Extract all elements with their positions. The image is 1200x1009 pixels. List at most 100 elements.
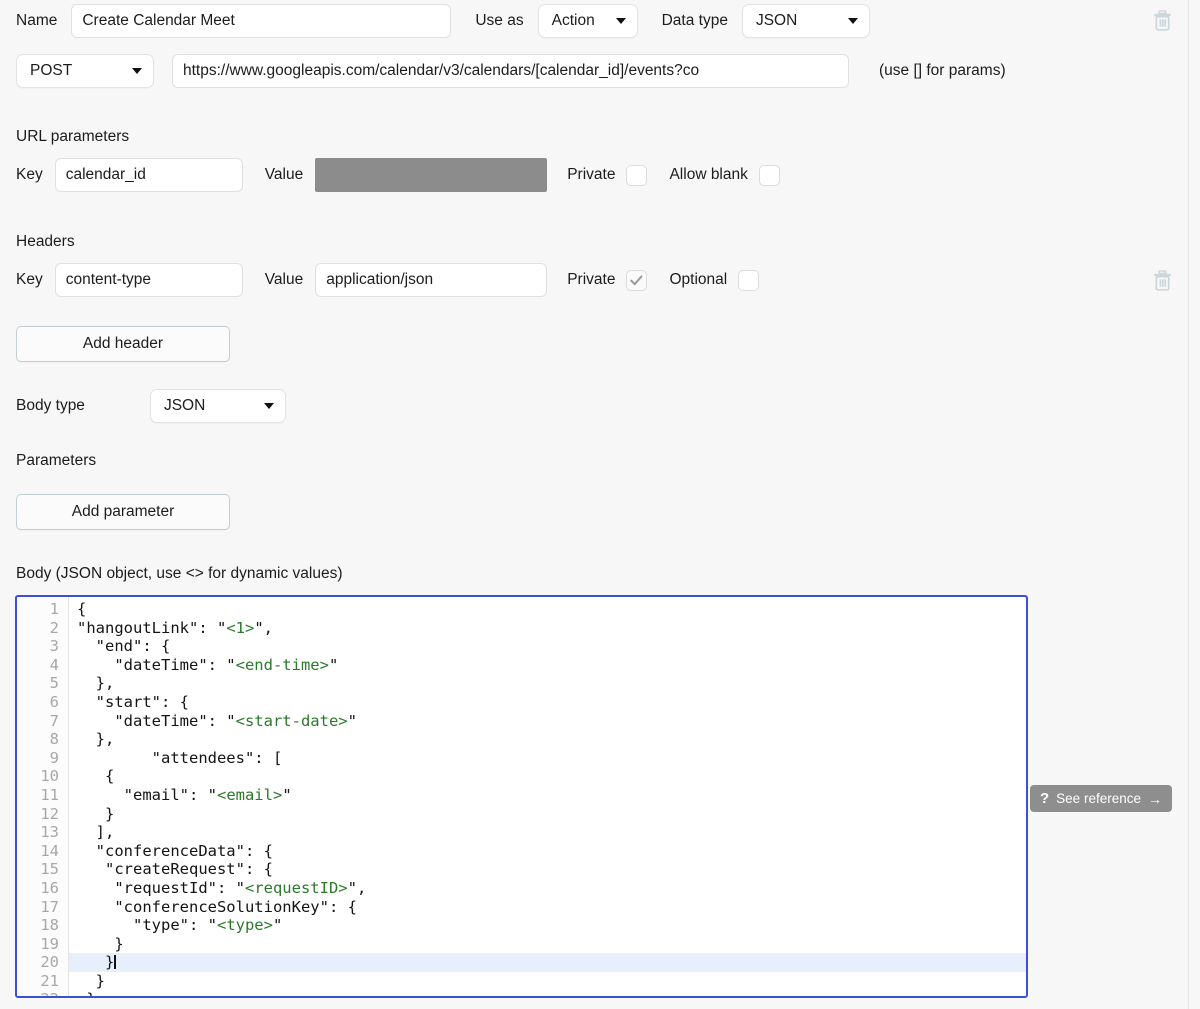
editor-code-line[interactable]: "type": "<type>"	[69, 916, 1026, 935]
editor-code-line[interactable]: "start": {	[69, 693, 1026, 712]
http-method-value: POST	[30, 62, 73, 79]
editor-code-line[interactable]: "attendees": [	[69, 749, 1026, 768]
body-type-value: JSON	[163, 397, 206, 414]
api-name-input[interactable]: Create Calendar Meet	[71, 4, 452, 38]
editor-line-number: 7	[49, 711, 59, 730]
url-param-allow-blank-checkbox[interactable]	[758, 164, 780, 186]
url-parameters-section-label: URL parameters	[16, 128, 130, 145]
use-as-select[interactable]: Action	[537, 4, 638, 38]
editor-code-line[interactable]: "dateTime": "<start-date>"	[69, 712, 1026, 731]
editor-code-line[interactable]: "hangoutLink": "<1>",	[69, 619, 1026, 638]
delete-header-button[interactable]	[1153, 270, 1172, 296]
name-label: Name	[16, 12, 58, 29]
api-call-header-row: Name Create Calendar Meet Use as Action …	[16, 4, 870, 38]
editor-code-line[interactable]: }	[69, 990, 1026, 996]
url-param-value-label: Value	[264, 166, 304, 183]
editor-line-number: 11	[40, 785, 59, 804]
editor-code-line[interactable]: }	[69, 935, 1026, 954]
editor-code-line[interactable]: "requestId": "<requestID>",	[69, 879, 1026, 898]
editor-code-line[interactable]: }	[69, 972, 1026, 991]
header-value-input[interactable]: application/json	[315, 263, 548, 297]
dynamic-value-token: <1>	[226, 618, 255, 637]
editor-line-number: 19	[40, 934, 59, 953]
editor-code-line[interactable]: ],	[69, 823, 1026, 842]
url-param-value-input-redacted[interactable]	[315, 158, 548, 192]
header-value-label: Value	[264, 271, 304, 288]
dynamic-value-token: <requestID>	[244, 878, 348, 897]
editor-code-line[interactable]: "conferenceData": {	[69, 842, 1026, 861]
editor-line-number: 9	[49, 748, 59, 767]
checkmark-icon	[630, 275, 643, 285]
url-param-private-label: Private	[567, 166, 616, 183]
question-mark-icon: ?	[1040, 790, 1050, 807]
editor-line-number: 4	[49, 655, 59, 674]
chevron-down-icon	[263, 403, 274, 409]
header-key-label: Key	[16, 271, 43, 288]
delete-api-call-button[interactable]	[1153, 10, 1172, 36]
editor-code-line[interactable]: "email": "<email>"	[69, 786, 1026, 805]
editor-code-line[interactable]: },	[69, 674, 1026, 693]
header-private-label: Private	[567, 271, 616, 288]
body-type-select[interactable]: JSON	[149, 389, 286, 423]
editor-line-number: 17	[40, 897, 59, 916]
data-type-select[interactable]: JSON	[741, 4, 870, 38]
editor-line-number: 16	[40, 878, 59, 897]
url-input[interactable]: https://www.googleapis.com/calendar/v3/c…	[172, 54, 849, 88]
see-reference-button[interactable]: ? See reference →	[1030, 785, 1172, 812]
editor-line-number: 10	[40, 767, 59, 786]
editor-line-numbers: 12345678910111213141516171819202122	[17, 597, 69, 996]
editor-code-line[interactable]: }	[69, 805, 1026, 824]
add-parameter-button[interactable]: Add parameter	[16, 494, 230, 530]
dynamic-value-token: <email>	[216, 785, 283, 804]
editor-line-number: 1	[49, 600, 59, 618]
http-method-select[interactable]: POST	[16, 54, 154, 88]
editor-code-line[interactable]: }	[69, 953, 1026, 972]
chevron-down-icon	[847, 18, 858, 24]
editor-code-line[interactable]: "end": {	[69, 637, 1026, 656]
url-param-key-label: Key	[16, 166, 43, 183]
text-cursor	[114, 955, 116, 970]
add-header-button[interactable]: Add header	[16, 326, 230, 362]
body-type-label: Body type	[16, 397, 85, 414]
body-json-editor[interactable]: 12345678910111213141516171819202122 {"ha…	[15, 595, 1028, 998]
url-param-private-checkbox[interactable]	[626, 164, 648, 186]
header-private-checkbox[interactable]	[626, 269, 648, 291]
editor-code-line[interactable]: },	[69, 730, 1026, 749]
header-optional-checkbox[interactable]	[738, 269, 760, 291]
editor-line-number: 18	[40, 916, 59, 935]
url-param-key-input[interactable]: calendar_id	[54, 158, 243, 192]
editor-line-number: 15	[40, 860, 59, 879]
trash-icon	[1154, 10, 1171, 31]
dynamic-value-token: <start-date>	[235, 711, 348, 730]
editor-code-line[interactable]: "createRequest": {	[69, 860, 1026, 879]
arrow-right-icon: →	[1147, 790, 1162, 807]
body-type-row: Body type JSON	[16, 389, 286, 423]
chevron-down-icon	[132, 68, 142, 74]
editor-line-number: 5	[49, 674, 59, 693]
editor-code-line[interactable]: {	[69, 767, 1026, 786]
editor-line-number: 20	[40, 953, 59, 972]
editor-line-number: 21	[40, 971, 59, 990]
editor-line-number: 2	[49, 618, 59, 637]
url-param-allow-blank-label: Allow blank	[669, 166, 748, 183]
use-as-value: Action	[551, 12, 595, 29]
editor-code-line[interactable]: "dateTime": "<end-time>"	[69, 656, 1026, 675]
header-optional-label: Optional	[669, 271, 728, 288]
editor-line-number: 8	[49, 730, 59, 749]
header-key-input[interactable]: content-type	[54, 263, 243, 297]
dynamic-value-token: <type>	[216, 916, 273, 935]
headers-section-label: Headers	[16, 233, 75, 250]
dynamic-value-token: <end-time>	[235, 655, 329, 674]
data-type-value: JSON	[755, 12, 798, 29]
editor-code-area[interactable]: {"hangoutLink": "<1>", "end": { "dateTim…	[69, 597, 1026, 996]
editor-line-number: 13	[40, 823, 59, 842]
editor-line-number: 12	[40, 804, 59, 823]
use-as-label: Use as	[475, 12, 524, 29]
body-editor-label: Body (JSON object, use <> for dynamic va…	[16, 565, 343, 582]
editor-code-line[interactable]: "conferenceSolutionKey": {	[69, 898, 1026, 917]
data-type-label: Data type	[661, 12, 728, 29]
url-parameter-row: Key calendar_id Value Private Allow blan…	[16, 158, 780, 192]
editor-code-line[interactable]: {	[69, 600, 1026, 619]
api-connector-panel: Name Create Calendar Meet Use as Action …	[0, 0, 1200, 1009]
editor-line-number: 6	[49, 692, 59, 711]
